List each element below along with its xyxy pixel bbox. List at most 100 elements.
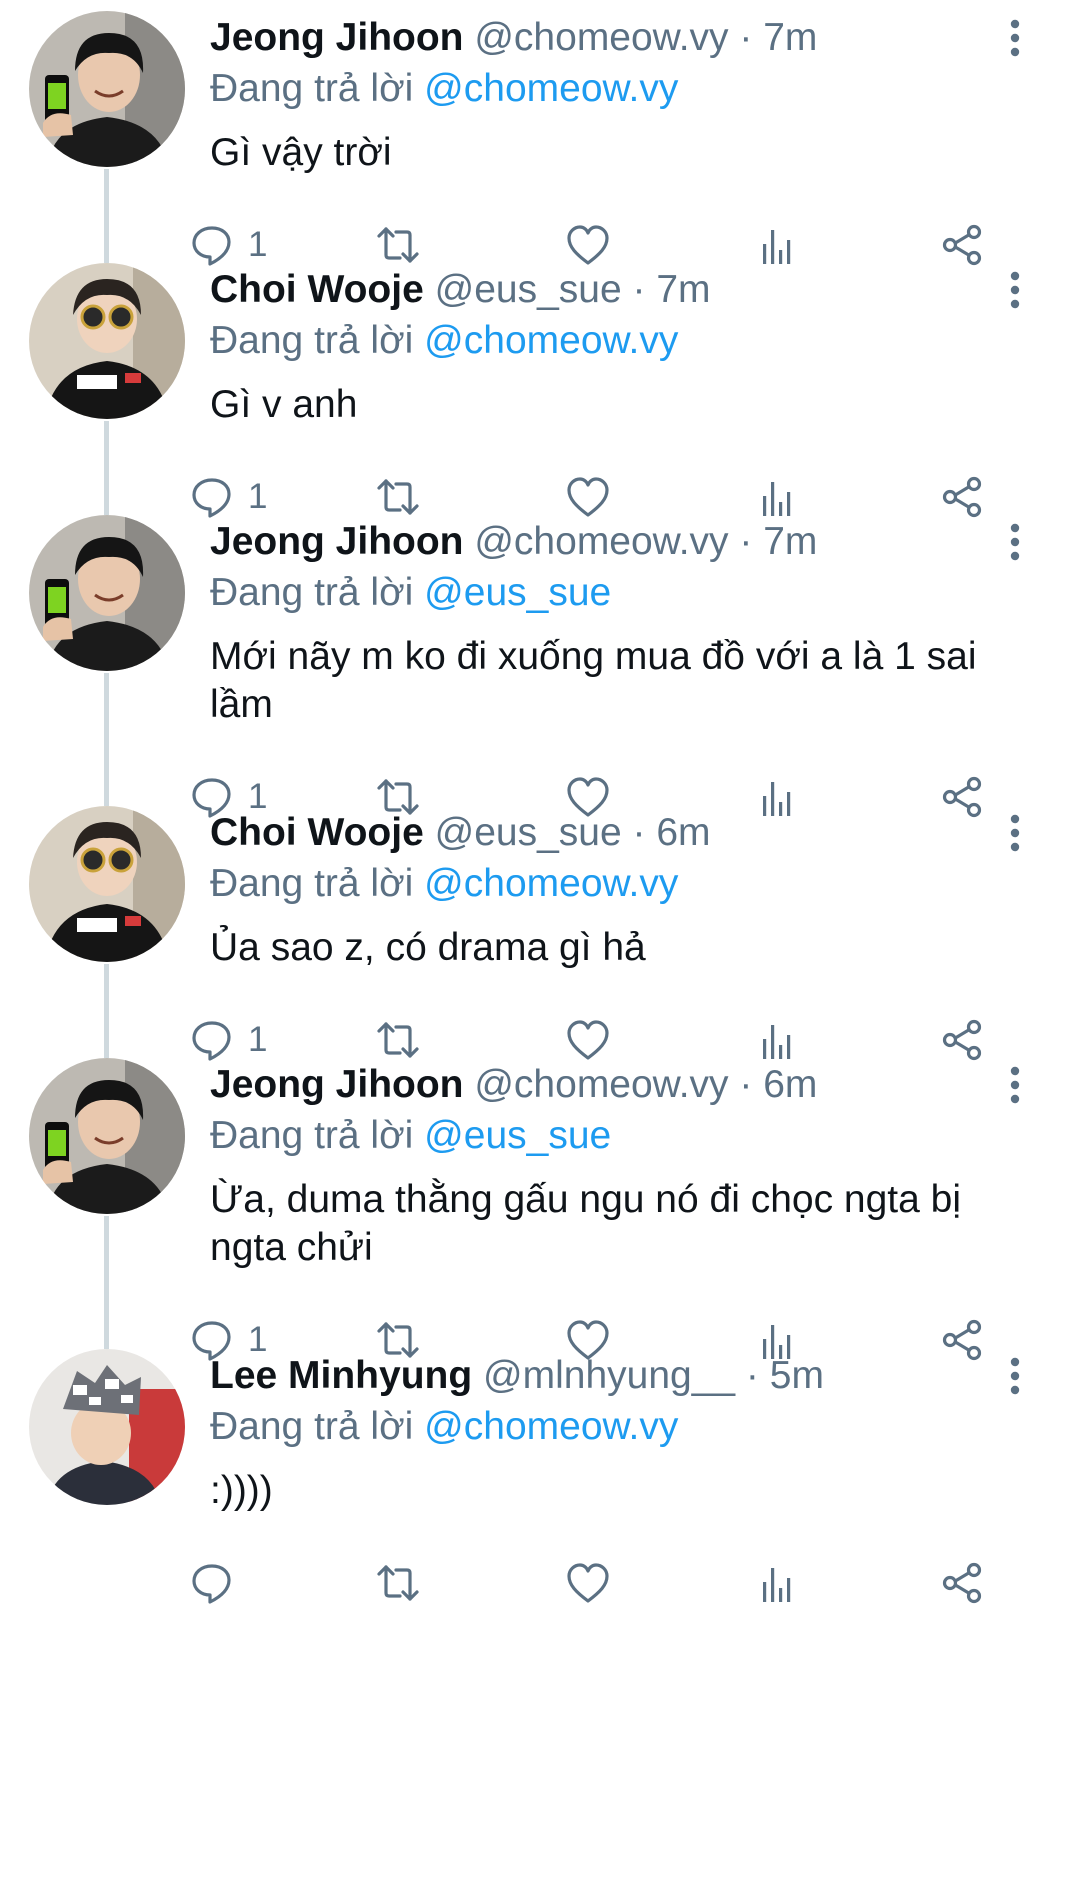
separator-dot: · — [728, 16, 764, 59]
reply-button[interactable] — [188, 1553, 248, 1613]
replying-to: Đang trả lời @eus_sue — [210, 1112, 611, 1160]
choi-wooje-avatar[interactable] — [29, 263, 185, 419]
analytics-button[interactable] — [754, 215, 802, 275]
replying-to-label: Đang trả lời — [210, 571, 414, 614]
jeong-jihoon-avatar[interactable] — [29, 11, 185, 167]
replying-to-label: Đang trả lời — [210, 67, 414, 110]
replying-to-handle[interactable]: @chomeow.vy — [424, 1405, 678, 1448]
separator-dot: · — [735, 1354, 770, 1397]
analytics-icon — [754, 1016, 802, 1064]
share-icon — [938, 473, 986, 521]
tweet-header: Jeong Jihoon @chomeow.vy · 6m — [210, 1061, 817, 1109]
timestamp[interactable]: 6m — [763, 1063, 817, 1106]
share-icon — [938, 1016, 986, 1064]
replying-to-label: Đang trả lời — [210, 319, 414, 362]
replying-to: Đang trả lời @chomeow.vy — [210, 317, 678, 365]
reply-thread: Jeong Jihoon @chomeow.vy · 7m Đang trả lờ… — [0, 0, 1079, 1887]
replying-to-handle[interactable]: @chomeow.vy — [424, 319, 678, 362]
share-button[interactable] — [938, 767, 986, 827]
retweet-icon — [374, 1559, 422, 1607]
analytics-icon — [754, 473, 802, 521]
user-handle[interactable]: @chomeow.vy — [474, 1063, 728, 1106]
analytics-icon — [754, 773, 802, 821]
choi-wooje-avatar[interactable] — [29, 806, 185, 962]
tweet-action-bar — [0, 1553, 1079, 1613]
timestamp[interactable]: 7m — [656, 268, 710, 311]
jeong-jihoon-avatar[interactable] — [29, 515, 185, 671]
tweet-header: Jeong Jihoon @chomeow.vy · 7m — [210, 518, 817, 566]
separator-dot: · — [621, 811, 657, 854]
retweet-icon — [374, 1016, 422, 1064]
analytics-icon — [754, 221, 802, 269]
reply-icon — [188, 221, 236, 269]
analytics-icon — [754, 1559, 802, 1607]
timestamp[interactable]: 7m — [763, 16, 817, 59]
timestamp[interactable]: 7m — [763, 520, 817, 563]
analytics-button[interactable] — [754, 767, 802, 827]
reply-icon — [188, 1016, 236, 1064]
replying-to: Đang trả lời @chomeow.vy — [210, 65, 678, 113]
retweet-icon — [374, 221, 422, 269]
replying-to-label: Đang trả lời — [210, 1114, 414, 1157]
share-button[interactable] — [938, 467, 986, 527]
tweet-header: Jeong Jihoon @chomeow.vy · 7m — [210, 14, 817, 62]
tweet-header: Choi Wooje @eus_sue · 7m — [210, 266, 711, 314]
display-name[interactable]: Choi Wooje — [210, 811, 424, 854]
replying-to-label: Đang trả lời — [210, 1405, 414, 1448]
jeong-jihoon-avatar[interactable] — [29, 1058, 185, 1214]
lee-minhyung-avatar[interactable] — [29, 1349, 185, 1505]
like-icon — [564, 1016, 612, 1064]
user-handle[interactable]: @mlnhyung__ — [483, 1354, 735, 1397]
share-icon — [938, 773, 986, 821]
separator-dot: · — [728, 520, 764, 563]
more-options-icon[interactable] — [1003, 813, 1027, 857]
like-icon — [564, 221, 612, 269]
replying-to: Đang trả lời @chomeow.vy — [210, 860, 678, 908]
share-button[interactable] — [938, 1553, 986, 1613]
display-name[interactable]: Lee Minhyung — [210, 1354, 472, 1397]
more-options-icon[interactable] — [1003, 18, 1027, 62]
replying-to-handle[interactable]: @chomeow.vy — [424, 862, 678, 905]
tweet-text: Gì v anh — [210, 383, 358, 426]
display-name[interactable]: Jeong Jihoon — [210, 520, 464, 563]
like-icon — [564, 1559, 612, 1607]
more-options-icon[interactable] — [1003, 1356, 1027, 1400]
more-options-icon[interactable] — [1003, 1065, 1027, 1109]
retweet-icon — [374, 473, 422, 521]
replying-to-handle[interactable]: @eus_sue — [424, 571, 611, 614]
more-options-icon[interactable] — [1003, 270, 1027, 314]
display-name[interactable]: Jeong Jihoon — [210, 1063, 464, 1106]
share-button[interactable] — [938, 1010, 986, 1070]
like-button[interactable] — [564, 1553, 612, 1613]
replying-to-label: Đang trả lời — [210, 862, 414, 905]
timestamp[interactable]: 5m — [770, 1354, 824, 1397]
tweet-text: Gì vậy trời — [210, 131, 392, 174]
share-button[interactable] — [938, 215, 986, 275]
tweet-header: Choi Wooje @eus_sue · 6m — [210, 809, 711, 857]
share-icon — [938, 221, 986, 269]
reply-icon — [188, 1559, 236, 1607]
tweet-text: :)))) — [210, 1469, 273, 1512]
replying-to-handle[interactable]: @chomeow.vy — [424, 67, 678, 110]
display-name[interactable]: Jeong Jihoon — [210, 16, 464, 59]
user-handle[interactable]: @eus_sue — [435, 811, 622, 854]
replying-to: Đang trả lời @eus_sue — [210, 569, 611, 617]
more-options-icon[interactable] — [1003, 522, 1027, 566]
share-button[interactable] — [938, 1310, 986, 1370]
display-name[interactable]: Choi Wooje — [210, 268, 424, 311]
tweet-text: Mới nãy m ko đi xuống mua đồ với a là 1 … — [210, 635, 977, 726]
tweet-text: Ừa, duma thằng gấu ngu nó đi chọc ngta b… — [210, 1178, 962, 1269]
user-handle[interactable]: @eus_sue — [435, 268, 622, 311]
user-handle[interactable]: @chomeow.vy — [474, 520, 728, 563]
tweet-header: Lee Minhyung @mlnhyung__ · 5m — [210, 1352, 824, 1400]
reply-icon — [188, 473, 236, 521]
separator-dot: · — [621, 268, 657, 311]
replying-to: Đang trả lời @chomeow.vy — [210, 1403, 678, 1451]
share-icon — [938, 1559, 986, 1607]
replying-to-handle[interactable]: @eus_sue — [424, 1114, 611, 1157]
retweet-button[interactable] — [374, 1553, 422, 1613]
analytics-button[interactable] — [754, 1553, 802, 1613]
user-handle[interactable]: @chomeow.vy — [474, 16, 728, 59]
timestamp[interactable]: 6m — [656, 811, 710, 854]
share-icon — [938, 1316, 986, 1364]
